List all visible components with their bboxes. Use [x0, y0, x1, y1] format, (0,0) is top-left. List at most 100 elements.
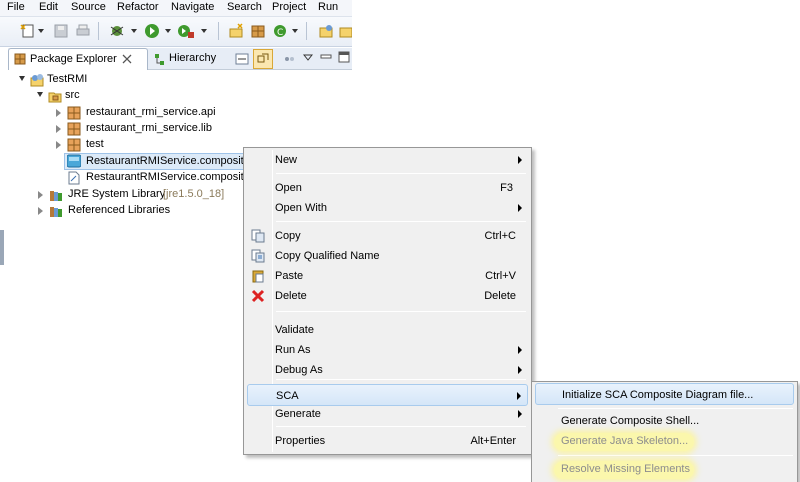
menu-item-copy[interactable]: Copy Ctrl+C [247, 226, 528, 246]
menu-bar: File Edit Source Refactor Navigate Searc… [0, 0, 352, 17]
menu-item-copy-qualified-name[interactable]: Copy Qualified Name [247, 246, 528, 266]
chevron-right-icon [518, 346, 522, 354]
tab-package-explorer[interactable]: Package Explorer [8, 48, 148, 70]
menu-separator [276, 173, 526, 174]
menu-item-new[interactable]: New [247, 150, 528, 170]
tab-hierarchy[interactable]: Hierarchy [150, 50, 232, 70]
new-java-project-icon[interactable] [228, 23, 246, 39]
minimize-view-icon[interactable] [320, 54, 332, 60]
menu-item-validate[interactable]: Validate [247, 320, 528, 340]
chevron-right-icon [518, 156, 522, 164]
library-icon [50, 207, 62, 217]
composite-diagram-icon [67, 154, 81, 168]
tree-item-package[interactable]: test [8, 137, 228, 153]
chevron-down-icon[interactable] [38, 29, 44, 33]
window-edge [0, 230, 4, 265]
external-tools-icon[interactable] [177, 23, 195, 39]
menu-item-generate-composite-shell[interactable]: Generate Composite Shell... [535, 410, 794, 432]
expand-arrow-icon[interactable] [19, 76, 25, 81]
menu-run[interactable]: Run [318, 1, 338, 13]
chevron-down-icon[interactable] [303, 54, 313, 62]
hierarchy-icon [155, 54, 164, 65]
chevron-down-icon[interactable] [165, 29, 171, 33]
menu-item-properties[interactable]: Properties Alt+Enter [247, 431, 528, 451]
package-icon [67, 106, 81, 120]
tab-label: Hierarchy [169, 52, 217, 64]
open-task-icon[interactable] [338, 23, 352, 39]
sca-submenu: Initialize SCA Composite Diagram file...… [531, 381, 798, 482]
menu-separator [276, 311, 526, 312]
tree-item-package[interactable]: restaurant_rmi_service.lib [8, 121, 228, 137]
menu-navigate[interactable]: Navigate [171, 1, 214, 13]
context-menu: New Open F3 Open With Copy Ctrl+C Copy Q… [243, 147, 532, 455]
menu-item-open[interactable]: Open F3 [247, 178, 528, 198]
expand-arrow-icon[interactable] [38, 191, 43, 199]
composite-file-icon [68, 171, 80, 185]
toolbar-separator [218, 22, 219, 40]
toolbar-separator [98, 22, 99, 40]
tab-label: Package Explorer [30, 53, 117, 65]
chevron-right-icon [517, 392, 521, 400]
expand-arrow-icon[interactable] [37, 92, 43, 97]
chevron-down-icon[interactable] [201, 29, 207, 33]
chevron-down-icon[interactable] [292, 29, 298, 33]
new-file-icon[interactable] [20, 23, 36, 39]
expand-arrow-icon[interactable] [56, 109, 61, 117]
print-icon[interactable] [75, 23, 91, 39]
package-icon [67, 122, 81, 136]
save-icon[interactable] [53, 23, 69, 39]
svg-text:C: C [277, 28, 283, 38]
menu-separator [276, 379, 526, 380]
new-package-icon[interactable] [250, 23, 266, 39]
chevron-right-icon [518, 204, 522, 212]
menu-item-delete[interactable]: Delete Delete [247, 286, 528, 306]
expand-arrow-icon[interactable] [56, 125, 61, 133]
minimize-icon[interactable] [234, 51, 250, 67]
menu-item-sca[interactable]: SCA [247, 384, 528, 406]
tree-item-src[interactable]: src [8, 88, 208, 104]
view-tab-bar: Package Explorer Hierarchy [8, 48, 352, 70]
close-icon[interactable] [122, 54, 132, 64]
expand-arrow-icon[interactable] [38, 207, 43, 215]
menu-separator [558, 408, 793, 409]
menu-item-run-as[interactable]: Run As [247, 340, 528, 360]
menu-item-initialize-sca-diagram[interactable]: Initialize SCA Composite Diagram file... [535, 383, 794, 405]
menu-item-resolve-missing-elements[interactable]: Resolve Missing Elements [535, 458, 794, 480]
package-explorer-icon [14, 53, 26, 65]
menu-item-generate-java-skeleton[interactable]: Generate Java Skeleton... [535, 430, 794, 452]
menu-file[interactable]: File [7, 1, 25, 13]
paste-icon [252, 270, 264, 283]
maximize-view-icon[interactable] [338, 51, 350, 63]
menu-item-open-with[interactable]: Open With [247, 198, 528, 218]
menu-refactor[interactable]: Refactor [117, 1, 159, 13]
new-class-icon[interactable]: C [272, 23, 288, 39]
run-icon[interactable] [144, 23, 160, 39]
menu-item-paste[interactable]: Paste Ctrl+V [247, 266, 528, 286]
java-project-icon [30, 74, 44, 87]
menu-item-generate[interactable]: Generate [247, 404, 528, 424]
open-type-icon[interactable] [318, 23, 334, 39]
tree-item-project[interactable]: TestRMI [8, 72, 208, 88]
copy-qualified-icon [251, 249, 265, 263]
expand-arrow-icon[interactable] [56, 141, 61, 149]
chevron-down-icon[interactable] [131, 29, 137, 33]
library-icon [50, 191, 62, 201]
menu-source[interactable]: Source [71, 1, 106, 13]
link-with-editor-icon[interactable] [253, 49, 273, 69]
menu-separator [558, 455, 793, 456]
chevron-right-icon [518, 410, 522, 418]
main-toolbar: C [0, 17, 352, 47]
package-icon [67, 138, 81, 152]
menu-project[interactable]: Project [272, 1, 306, 13]
menu-edit[interactable]: Edit [39, 1, 58, 13]
menu-separator [276, 426, 526, 427]
chevron-right-icon [518, 366, 522, 374]
debug-icon[interactable] [108, 23, 126, 39]
toolbar-separator [306, 22, 307, 40]
menu-separator [276, 221, 526, 222]
tree-item-package[interactable]: restaurant_rmi_service.api [8, 105, 228, 121]
view-menu-icon[interactable] [283, 52, 297, 66]
menu-search[interactable]: Search [227, 1, 262, 13]
delete-icon [251, 289, 265, 303]
menu-item-debug-as[interactable]: Debug As [247, 360, 528, 380]
